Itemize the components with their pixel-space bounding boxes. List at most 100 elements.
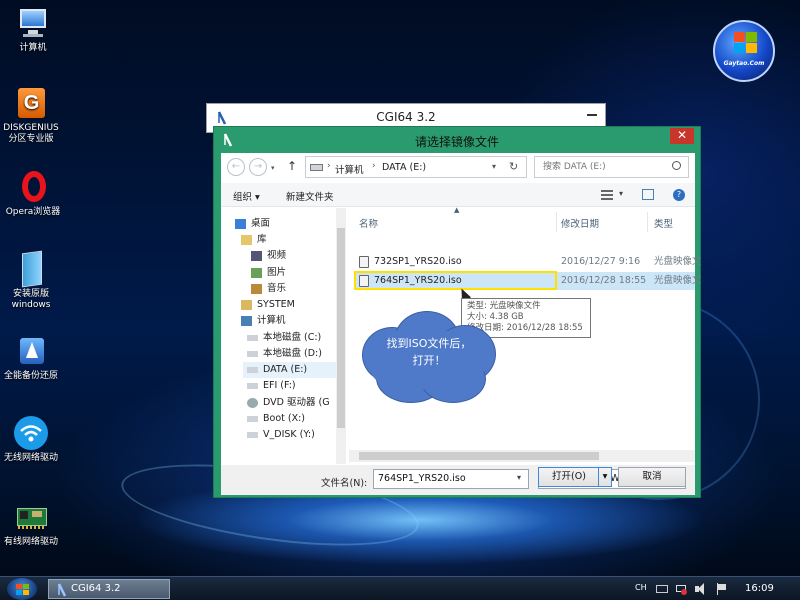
desktop-icon-wifi-driver[interactable]: 无线网络驱动 — [0, 416, 64, 464]
column-header-name[interactable]: 名称 — [359, 216, 378, 230]
drive-icon — [247, 415, 258, 422]
music-icon — [251, 283, 262, 294]
desktop-icon-install-windows[interactable]: 安装原版windows — [0, 250, 64, 311]
desktop-icon-label: 有线网络驱动 — [3, 537, 58, 547]
callout-text: 找到ISO文件后， 打开！ — [374, 335, 484, 369]
drive-icon — [247, 334, 258, 341]
address-bar[interactable]: › 计算机 › DATA (E:) ▾ ↻ — [305, 156, 527, 178]
breadcrumb-separator: › — [372, 161, 376, 171]
nav-item-label: 本地磁盘 (C:) — [263, 332, 322, 343]
nav-item-label: 视频 — [267, 250, 287, 261]
desktop-icon-label: DISKGENIUS 分区专业版 — [3, 123, 59, 144]
back-button[interactable]: ← — [227, 158, 245, 176]
volume-icon[interactable] — [695, 583, 707, 595]
wifi-icon — [14, 416, 48, 450]
nav-scrollbar[interactable] — [336, 208, 346, 464]
install-disc-icon — [14, 250, 48, 288]
callout-annotation: 找到ISO文件后， 打开！ — [354, 305, 500, 405]
callout-line: 打开！ — [412, 354, 446, 367]
nav-item-drive-c[interactable]: 本地磁盘 (C:) — [247, 330, 321, 346]
nav-item-videos[interactable]: 视频 — [251, 248, 286, 264]
clock[interactable]: 16:09 — [745, 583, 774, 594]
taskbar-item-label: CGI64 3.2 — [71, 583, 121, 594]
language-indicator[interactable]: CH — [635, 583, 647, 592]
taskbar-item-cgi[interactable]: CGI64 3.2 — [48, 579, 170, 599]
recent-dropdown-icon[interactable]: ▾ — [271, 164, 275, 172]
video-icon — [251, 250, 262, 261]
network-card-icon — [14, 500, 48, 534]
nav-item-computer[interactable]: 计算机 — [241, 313, 286, 329]
file-type: 光盘映像文 — [654, 275, 702, 286]
desktop-icon-lan-driver[interactable]: 有线网络驱动 — [0, 500, 64, 548]
nav-item-drive-e[interactable]: DATA (E:) — [243, 362, 339, 378]
nav-item-label: 计算机 — [257, 315, 286, 326]
breadcrumb-data-drive[interactable]: DATA (E:) — [382, 162, 426, 173]
nav-item-label: 图片 — [267, 267, 287, 278]
nav-item-music[interactable]: 音乐 — [251, 281, 286, 297]
flag-icon[interactable] — [715, 583, 727, 595]
drive-icon — [247, 431, 258, 438]
view-options-icon[interactable] — [601, 190, 613, 200]
desktop-icon-backup[interactable]: 全能备份还原 — [0, 334, 64, 382]
drive-icon — [310, 164, 323, 171]
drive-icon — [247, 366, 258, 373]
column-header-date[interactable]: 修改日期 — [561, 216, 599, 230]
nav-item-label: V_DISK (Y:) — [263, 429, 315, 440]
nav-item-drive-f[interactable]: EFI (F:) — [247, 378, 296, 394]
start-button[interactable] — [7, 578, 37, 600]
scrollbar-thumb[interactable] — [359, 452, 599, 460]
breadcrumb-computer[interactable]: 计算机 — [335, 162, 364, 176]
file-row[interactable]: 732SP1_YRS20.iso 2016/12/27 9:16 光盘映像文 — [354, 253, 702, 271]
filename-label: 文件名(N): — [321, 478, 368, 489]
filetype-select[interactable]: GHO、WIM、SWM和ISO文件 — [538, 469, 686, 489]
desktop-icon-diskgenius[interactable]: G DISKGENIUS 分区专业版 — [0, 86, 64, 145]
desktop-icon-computer[interactable]: 计算机 — [0, 6, 66, 54]
nav-item-drive-x[interactable]: Boot (X:) — [247, 411, 305, 427]
nav-item-drive-d[interactable]: 本地磁盘 (D:) — [247, 346, 322, 362]
nav-item-desktop[interactable]: 桌面 — [235, 216, 270, 232]
nav-item-drive-y[interactable]: V_DISK (Y:) — [247, 427, 315, 443]
close-button[interactable]: ✕ — [670, 128, 694, 144]
minimize-button[interactable] — [587, 114, 597, 116]
desktop-icon-label: Opera浏览器 — [5, 207, 61, 217]
desktop-icon — [235, 218, 246, 229]
nav-item-pictures[interactable]: 图片 — [251, 265, 286, 281]
breadcrumb-separator: › — [327, 161, 331, 171]
nav-item-label: 库 — [257, 234, 267, 245]
forward-button[interactable]: → — [249, 158, 267, 176]
nav-item-label: EFI (F:) — [263, 380, 296, 391]
nav-item-libraries[interactable]: 库 — [241, 232, 267, 248]
user-folder-icon — [241, 299, 252, 310]
up-button[interactable]: ↑ — [287, 159, 297, 173]
nav-item-label: Boot (X:) — [263, 413, 306, 424]
column-header-type[interactable]: 类型 — [654, 216, 673, 230]
refresh-icon[interactable]: ↻ — [509, 160, 518, 173]
picture-icon — [251, 267, 262, 278]
address-dropdown-icon[interactable]: ▾ — [492, 162, 496, 171]
horizontal-scrollbar[interactable] — [349, 450, 695, 462]
keyboard-icon[interactable] — [656, 585, 668, 593]
new-folder-button[interactable]: 新建文件夹 — [286, 189, 334, 203]
nav-item-system[interactable]: SYSTEM — [241, 297, 295, 313]
nav-item-label: 音乐 — [267, 283, 287, 294]
filename-input[interactable]: 764SP1_YRS20.iso — [373, 469, 529, 489]
highlight-annotation — [354, 271, 557, 290]
search-input[interactable]: 搜索 DATA (E:) — [534, 156, 689, 178]
desktop-icon-opera[interactable]: Opera浏览器 — [0, 170, 66, 218]
column-divider — [647, 212, 648, 232]
help-icon[interactable]: ? — [673, 189, 685, 201]
backup-icon — [14, 334, 48, 368]
dvd-drive-icon — [247, 397, 258, 408]
scrollbar-thumb[interactable] — [337, 228, 345, 428]
nav-item-label: DATA (E:) — [263, 364, 308, 375]
network-icon[interactable] — [675, 583, 687, 595]
view-dropdown-icon[interactable]: ▾ — [619, 189, 623, 198]
search-icon[interactable] — [672, 161, 681, 170]
filename-dropdown-icon[interactable]: ▾ — [517, 473, 521, 482]
diskgenius-icon: G — [14, 86, 48, 120]
cgi-app-icon — [57, 583, 67, 597]
desktop-icon-label: 全能备份还原 — [3, 371, 58, 381]
preview-pane-icon[interactable] — [642, 189, 654, 200]
nav-item-drive-g[interactable]: DVD 驱动器 (G — [247, 395, 330, 411]
organize-button[interactable]: 组织 ▾ — [233, 189, 260, 203]
